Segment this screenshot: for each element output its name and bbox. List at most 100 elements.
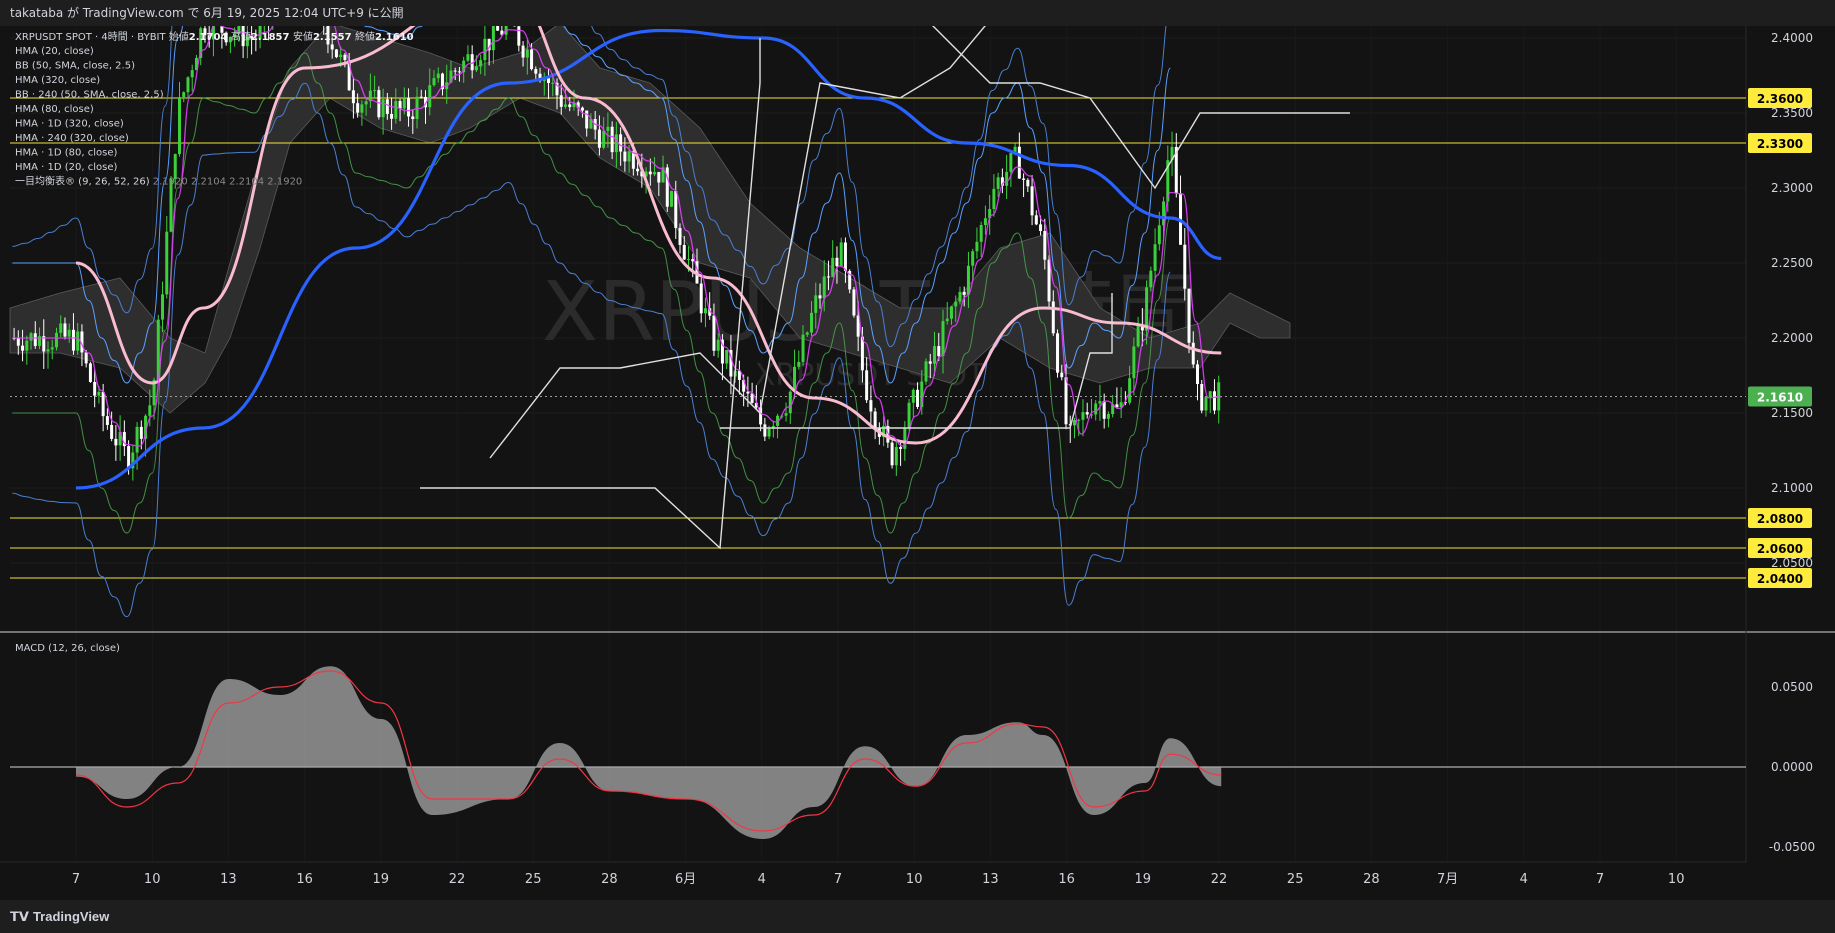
candle-body — [385, 99, 389, 114]
candle-body — [161, 294, 165, 320]
candle-body — [814, 295, 818, 313]
candle-body — [491, 26, 495, 51]
candle-body — [682, 244, 686, 260]
candle-body — [84, 352, 88, 364]
candle-body — [59, 323, 63, 333]
candle-body — [966, 265, 970, 295]
candle-body — [911, 389, 915, 403]
candle-body — [835, 257, 839, 267]
legend-main-line: XRPUSDT SPOT · 4時間 · BYBIT 始値2.1704 高値2.… — [15, 30, 414, 43]
time-tick-label: 4 — [1520, 872, 1528, 887]
candle-body — [173, 154, 177, 180]
candle-body — [767, 428, 771, 437]
candle-body — [839, 242, 843, 267]
candle-body — [602, 130, 606, 148]
candle-body — [411, 116, 415, 120]
candle-body — [139, 426, 143, 439]
price-tick-label: 2.1500 — [1771, 406, 1813, 420]
candle-body — [996, 177, 1000, 189]
candle-body — [725, 350, 729, 364]
candle-body — [597, 129, 601, 148]
candle-body — [627, 151, 631, 162]
candle-body — [148, 405, 152, 416]
time-tick-label: 10 — [1668, 872, 1685, 887]
time-tick-label: 7 — [834, 872, 842, 887]
candle-body — [54, 332, 58, 348]
candle-body — [1102, 401, 1106, 419]
time-tick-label: 19 — [1135, 872, 1152, 887]
candle-body — [114, 438, 118, 446]
candle-body — [1009, 153, 1013, 172]
candle-body — [381, 99, 385, 118]
candle-body — [822, 276, 826, 299]
time-tick-label: 6月 — [675, 872, 696, 887]
time-tick-label: 10 — [906, 872, 923, 887]
candle-body — [1204, 397, 1208, 411]
candle-body — [852, 289, 856, 316]
candle-body — [453, 70, 457, 72]
macd-tick-label: 0.0500 — [1771, 680, 1813, 694]
candle-body — [521, 45, 525, 58]
legend-indicator: BB (50, SMA, close, 2.5) — [15, 61, 135, 72]
candle-body — [360, 104, 364, 113]
candle-body — [93, 381, 97, 396]
time-tick-label: 22 — [449, 872, 466, 887]
time-tick-label: 22 — [1211, 872, 1228, 887]
candle-body — [334, 49, 338, 58]
candle-body — [1187, 288, 1191, 343]
candle-body — [1022, 178, 1026, 180]
tradingview-logo[interactable]: 𝗧𝗩 TradingView — [10, 909, 109, 925]
time-tick-label: 25 — [1287, 872, 1304, 887]
candle-body — [21, 345, 25, 351]
candle-body — [67, 329, 71, 337]
candle-body — [1157, 225, 1161, 245]
level-price-label: 2.0600 — [1757, 542, 1803, 556]
candle-body — [805, 332, 809, 335]
candle-body — [1191, 342, 1195, 365]
candle-body — [530, 49, 534, 70]
tradingview-logo-icon: 𝗧𝗩 — [10, 909, 29, 924]
candle-body — [674, 191, 678, 228]
candle-body — [610, 126, 614, 153]
candle-body — [559, 95, 563, 107]
macd-tick-label: 0.0000 — [1771, 760, 1813, 774]
candle-body — [563, 104, 567, 107]
candle-body — [1051, 301, 1055, 334]
level-price-label: 2.3300 — [1757, 137, 1803, 151]
candle-body — [928, 361, 932, 364]
footer-bar: 𝗧𝗩 TradingView — [0, 900, 1835, 933]
candle-body — [958, 291, 962, 302]
candle-body — [580, 107, 584, 111]
candle-body — [1072, 420, 1076, 426]
candle-body — [992, 188, 996, 210]
candle-body — [356, 103, 360, 113]
candle-body — [873, 411, 877, 428]
candle-body — [1017, 146, 1021, 179]
candle-body — [466, 54, 470, 61]
level-price-label: 2.0400 — [1757, 572, 1803, 586]
candle-body — [402, 98, 406, 109]
macd-label: MACD (12, 26, close) — [15, 643, 120, 654]
candle-body — [712, 315, 716, 351]
candle-body — [479, 60, 483, 67]
candle-body — [975, 241, 979, 252]
publish-line: takataba が TradingView.com で 6月 19, 2025… — [10, 6, 404, 20]
candle-body — [373, 90, 377, 92]
candle-body — [496, 26, 500, 31]
time-tick-label: 28 — [1363, 872, 1380, 887]
candle-body — [1056, 333, 1060, 373]
candle-body — [1153, 244, 1157, 271]
candle-body — [394, 101, 398, 119]
candle-body — [686, 259, 690, 261]
candle-body — [937, 346, 941, 357]
price-tick-label: 2.2500 — [1771, 256, 1813, 270]
candle-body — [1094, 403, 1098, 415]
candle-body — [101, 391, 105, 417]
candle-body — [457, 71, 461, 73]
candle-body — [797, 361, 801, 367]
chart-svg[interactable]: XRPUSDT, 4時間 XRPUSDT SPOT XRPUSDT SPOT ·… — [0, 26, 1835, 900]
candle-body — [962, 291, 966, 295]
time-tick-label: 16 — [296, 872, 313, 887]
candle-body — [364, 101, 368, 105]
candle-body — [1098, 401, 1102, 404]
